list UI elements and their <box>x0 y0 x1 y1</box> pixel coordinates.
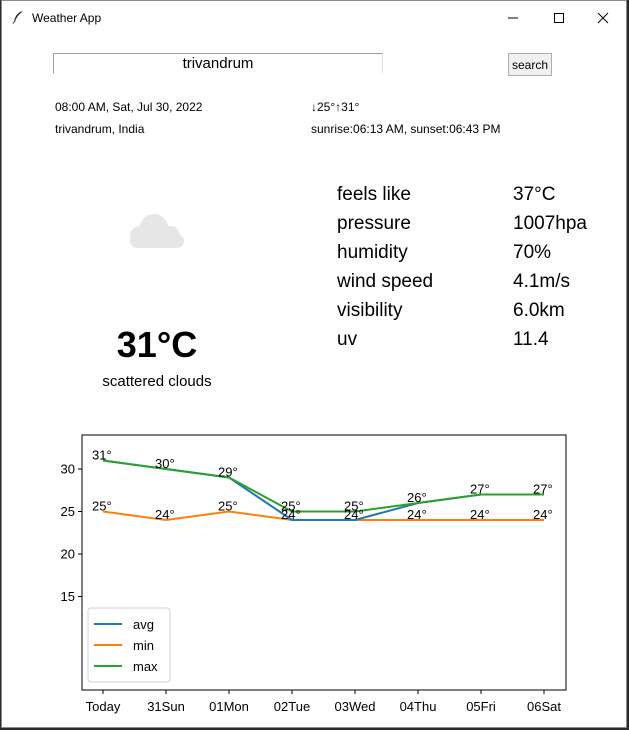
y-tick-label: 25 <box>61 504 75 519</box>
data-label-max: 30° <box>155 456 175 471</box>
app-window: Weather App search 08:00 AM, Sat, Jul 30… <box>1 0 627 728</box>
x-tick-label: 03Wed <box>335 699 376 714</box>
close-icon <box>597 12 609 23</box>
x-tick-label: 01Mon <box>209 699 249 714</box>
data-label-min: 25° <box>218 499 238 514</box>
min-max-label: ↓25°↑31° <box>311 100 360 114</box>
x-tick-label: 05Fri <box>466 699 496 714</box>
x-tick-label: 06Sat <box>527 699 561 714</box>
data-label-min: 24° <box>407 507 427 522</box>
cloud-icon <box>130 214 184 248</box>
detail-value-uv: 11.4 <box>513 329 549 350</box>
minimize-icon <box>508 17 518 18</box>
data-label-min: 24° <box>155 507 175 522</box>
data-label-max: 27° <box>470 482 490 497</box>
detail-label-visibility: visibility <box>337 300 403 321</box>
search-button[interactable]: search <box>508 53 552 76</box>
detail-label-uv: uv <box>337 329 358 350</box>
data-label-min: 24° <box>533 507 553 522</box>
detail-label-feels-like: feels like <box>337 184 411 205</box>
x-tick-label: 31Sun <box>147 699 185 714</box>
legend-label-min: min <box>133 638 154 653</box>
window-title: Weather App <box>32 11 102 25</box>
data-label-min: 24° <box>281 507 301 522</box>
x-tick-label: 02Tue <box>274 699 310 714</box>
maximize-icon <box>554 12 564 23</box>
detail-label-humidity: humidity <box>337 242 408 263</box>
legend-label-avg: avg <box>133 617 154 632</box>
detail-label-pressure: pressure <box>337 213 411 234</box>
current-temperature: 31°C <box>116 324 198 365</box>
detail-value-pressure: 1007hpa <box>513 213 587 234</box>
detail-value-humidity: 70% <box>513 242 552 263</box>
data-label-max: 31° <box>92 448 112 463</box>
y-tick-label: 30 <box>61 462 75 477</box>
legend-label-max: max <box>133 659 158 674</box>
minimize-button[interactable] <box>490 1 536 34</box>
sunrise-sunset-label: sunrise:06:13 AM, sunset:06:43 PM <box>311 122 501 136</box>
weather-description: scattered clouds <box>102 373 212 390</box>
data-label-max: 26° <box>407 490 427 505</box>
detail-value-visibility: 6.0km <box>513 300 565 321</box>
detail-value-wind-speed: 4.1m/s <box>513 271 571 292</box>
title-bar: Weather App <box>2 1 626 34</box>
x-tick-label: Today <box>86 699 121 714</box>
maximize-button[interactable] <box>536 1 582 34</box>
y-tick-label: 15 <box>61 589 75 604</box>
x-tick-label: 04Thu <box>400 699 437 714</box>
data-label-min: 25° <box>92 499 112 514</box>
datetime-label: 08:00 AM, Sat, Jul 30, 2022 <box>55 100 203 114</box>
detail-label-wind-speed: wind speed <box>337 271 434 292</box>
close-button[interactable] <box>580 1 626 34</box>
feather-icon <box>12 10 24 29</box>
data-label-min: 24° <box>344 507 364 522</box>
location-label: trivandrum, India <box>55 122 145 136</box>
data-label-max: 27° <box>533 482 553 497</box>
data-label-min: 24° <box>470 507 490 522</box>
detail-value-feels-like: 37°C <box>513 184 556 205</box>
forecast-chart: 15 20 25 30 Today 31Sun 01Mon 02Tue 03Wed 04Thu 05… <box>61 434 567 714</box>
data-label-max: 29° <box>218 465 238 480</box>
search-input[interactable] <box>53 53 383 74</box>
y-tick-label: 20 <box>61 547 75 562</box>
